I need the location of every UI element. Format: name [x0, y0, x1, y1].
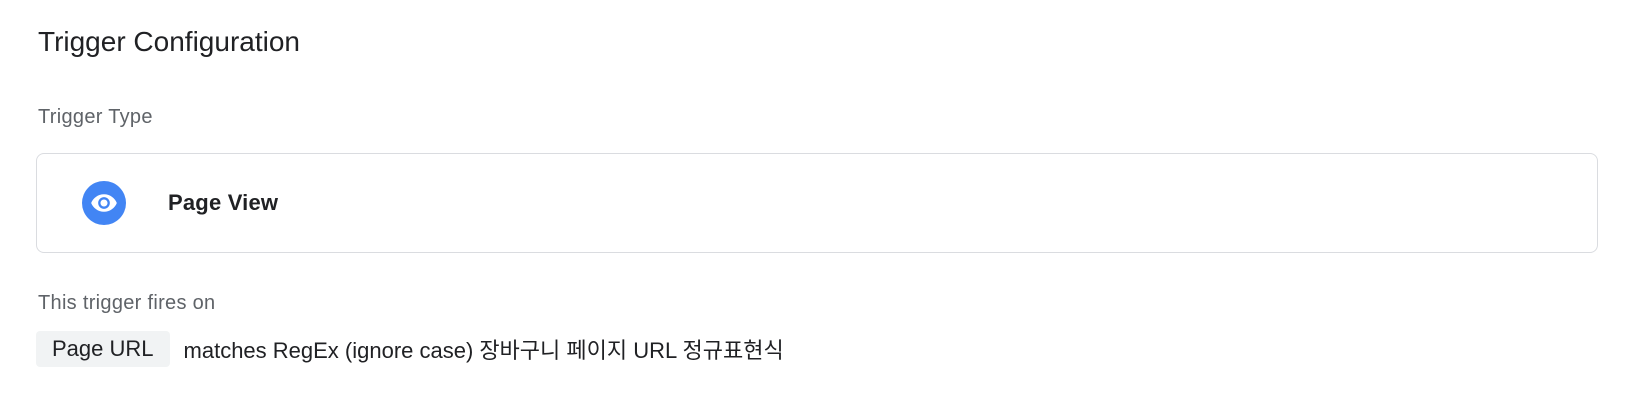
trigger-type-name: Page View	[168, 190, 279, 215]
eye-icon	[82, 181, 126, 225]
page-title: Trigger Configuration	[38, 26, 300, 57]
condition-variable-chip: Page URL	[36, 331, 170, 367]
condition-operator: matches RegEx (ignore case)	[183, 338, 474, 363]
trigger-condition: Page URL matches RegEx (ignore case) 장바구니…	[36, 331, 784, 367]
trigger-type-label: Trigger Type	[38, 106, 153, 128]
condition-value: 장바구니 페이지 URL 정규표현식	[479, 338, 784, 363]
fires-on-label: This trigger fires on	[38, 292, 216, 314]
trigger-type-card[interactable]: Page View	[36, 153, 1598, 253]
condition-expression: matches RegEx (ignore case) 장바구니 페이지 URL …	[184, 333, 784, 365]
